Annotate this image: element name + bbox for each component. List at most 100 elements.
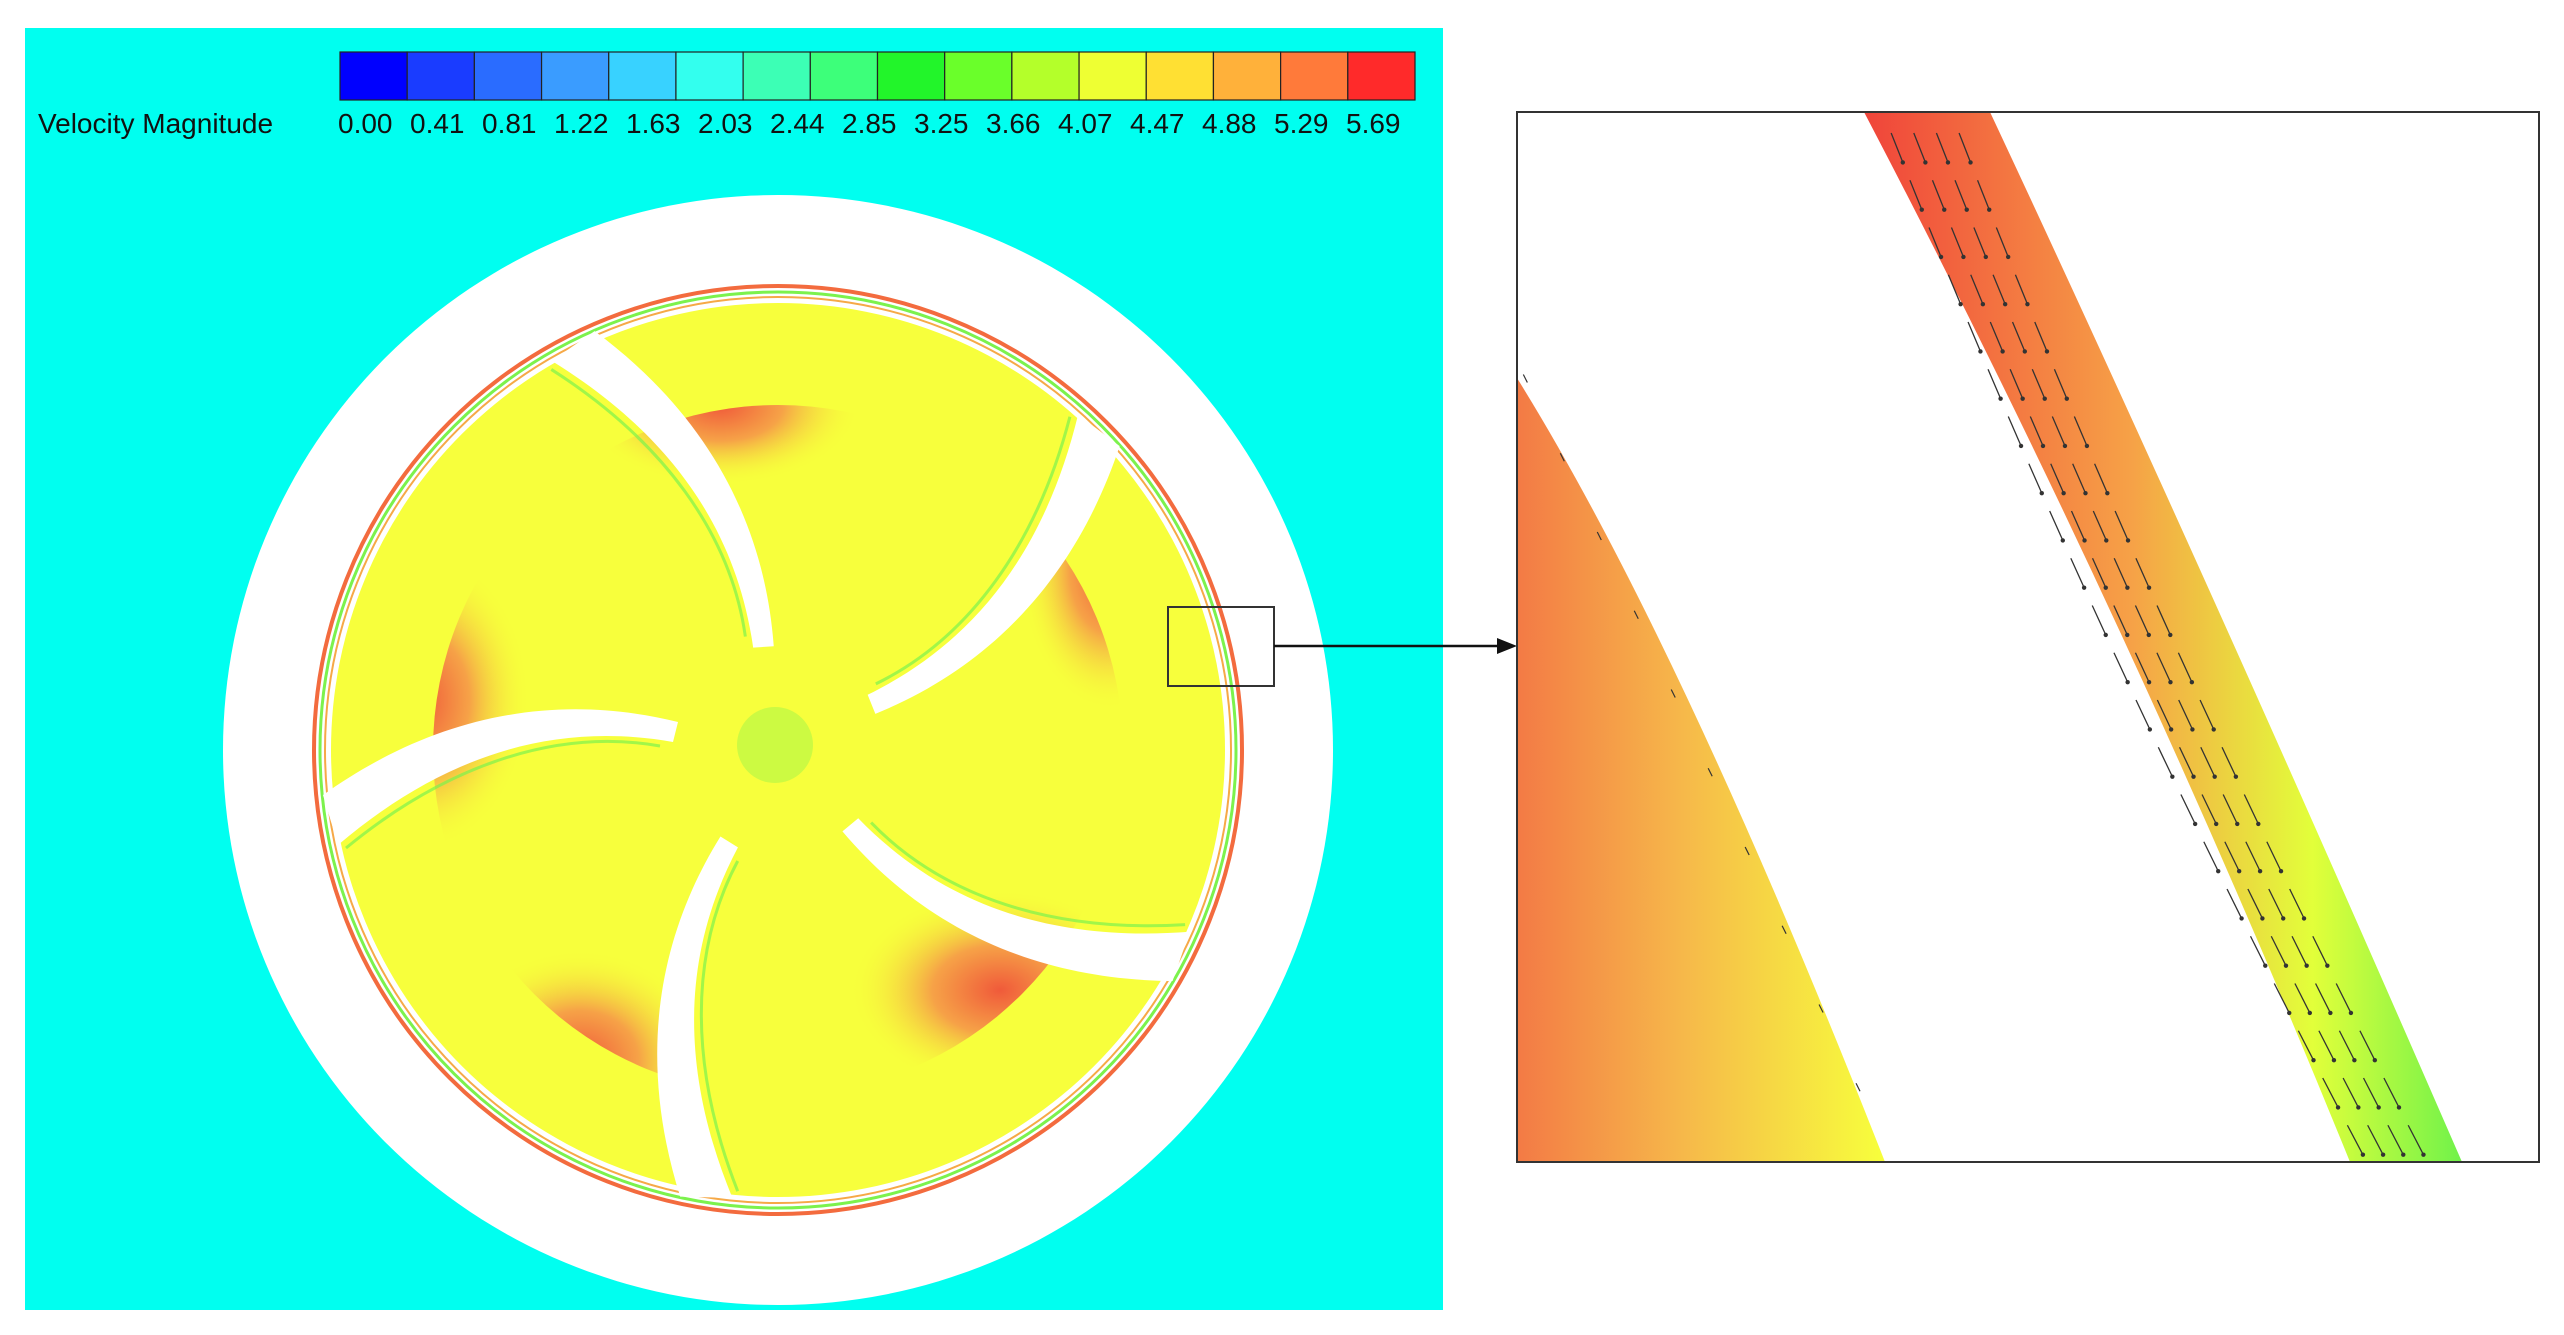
vector-head [2192,821,2198,827]
vector-head [2170,774,2175,779]
vector-head [2040,443,2046,449]
vector-head [2307,1010,2313,1016]
vector-head [1942,207,1947,212]
colorbar-tick-label: 0.41 [410,108,465,139]
vector-head [2191,774,2196,779]
colorbar-swatch [339,51,408,101]
vector-head [2287,1010,2292,1016]
figure: Velocity Magnitude 0.00 0.41 0.81 1.22 1.63 2… [25,28,2540,1310]
vector-head [1987,207,1992,212]
vector-head [2168,632,2173,638]
vector-head [2236,868,2242,874]
colorbar-tick-label: 2.85 [842,108,897,139]
vector-head [2146,679,2152,685]
vector-head [2002,301,2008,307]
vector-head [2081,585,2087,590]
vector-head [2125,632,2130,638]
vector-head [2301,916,2307,921]
colorbar-tick-labels: 0.00 0.41 0.81 1.22 1.63 2.03 2.44 2.85 3.25 3.66… [338,108,1401,139]
colorbar-tick-label: 5.29 [1274,108,1329,139]
vector-head [2278,868,2284,874]
vector-head [1958,301,1963,307]
vector-head [2105,490,2110,496]
contour-panel [25,28,1443,1310]
colorbar-swatch [1078,51,1147,101]
zoom-inset [1516,111,2540,1163]
colorbar-tick-label: 5.69 [1346,108,1401,139]
vector-head [2062,443,2068,449]
colorbar-tick-label: 1.63 [626,108,681,139]
vector-head [2211,727,2216,732]
colorbar-swatch [876,51,946,101]
vector-head [2082,538,2087,543]
vector-head [2335,1105,2341,1110]
vector-head [2044,349,2050,354]
vector-head [2103,632,2108,638]
vector-head [2304,963,2309,968]
colorbar-swatch [608,51,677,101]
vector-head [2061,490,2066,496]
vector-head [2147,727,2153,732]
colorbar-tick-label: 4.88 [1202,108,1257,139]
colorbar-title: Velocity Magnitude [38,108,273,139]
colorbar-tick-label: 4.47 [1130,108,1185,139]
vector-head [2396,1105,2402,1110]
vector-head [2212,774,2217,779]
vector-head [2352,1057,2357,1063]
hub-region [737,707,813,783]
vector-head [2042,396,2047,401]
vector-head [1978,349,1983,354]
colorbar-swatch [540,51,610,101]
vector-head [2168,727,2174,732]
vector-head [1968,160,1973,165]
zoom-arrow-head [1497,638,1517,654]
vector-head [2328,1010,2333,1016]
vector-head [1919,207,1924,212]
colorbar-swatch [473,51,543,101]
vector-head [1961,254,1966,260]
colorbar-swatch [1011,51,1080,101]
vector-head [2025,301,2030,307]
vector-head [2125,585,2130,590]
vector-head [1983,254,1988,260]
vector-head [2125,538,2131,543]
vector-head [2103,585,2108,590]
vector-head [2360,1152,2366,1157]
colorbar-swatch [944,51,1013,101]
colorbar-swatch [1280,51,1349,101]
vector-head [2190,727,2195,732]
vector-head [2401,1152,2406,1157]
colorbar-tick-label: 1.22 [554,108,609,139]
colorbar-swatch [1212,51,1282,101]
vector-head [2213,821,2219,827]
vector-head [2084,443,2090,449]
vector-head [2239,916,2244,921]
vector-head [2256,821,2261,827]
vector-head [2311,1057,2316,1063]
colorbar-swatch [809,51,879,101]
vector-head [2018,443,2024,449]
vector-head [2216,868,2221,874]
vector-head [2083,490,2088,496]
vector-head [2064,396,2069,401]
vector-head [2005,254,2011,260]
vector-head [2356,1105,2361,1110]
colorbar-tick-label: 4.07 [1058,108,1113,139]
vector-head [2022,349,2027,354]
vector-head [1938,254,1944,260]
vector-head [2372,1057,2378,1063]
colorbar-swatch [675,51,744,101]
vector-head [1998,396,2003,401]
vector-head [1964,207,1969,212]
vector-head [2146,585,2152,590]
vector-head [1923,160,1928,165]
vector-head [2376,1105,2381,1110]
colorbar-swatch [406,51,475,101]
vector-head [2235,821,2240,827]
colorbar-swatch [742,51,811,101]
vector-head [2281,916,2286,921]
vector-head [2233,774,2239,779]
vector-head [1900,160,1906,165]
vector-head [1945,160,1951,165]
vector-head [2039,490,2044,496]
